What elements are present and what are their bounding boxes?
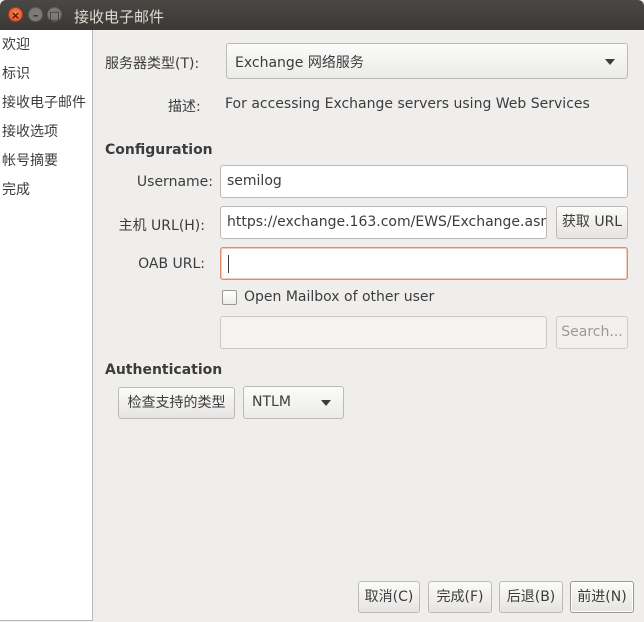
auth-method-combo[interactable]: NTLM xyxy=(243,386,344,419)
host-url-value: https://exchange.163.com/EWS/Exchange.as… xyxy=(227,214,547,230)
fetch-url-button[interactable]: 获取 URL xyxy=(556,206,628,239)
server-type-combo[interactable]: Exchange 网络服务 xyxy=(226,43,628,79)
back-button[interactable]: 后退(B) xyxy=(499,581,563,613)
authentication-heading: Authentication xyxy=(105,362,223,378)
sidebar-item-welcome[interactable]: 欢迎 xyxy=(2,34,30,54)
server-type-value: Exchange 网络服务 xyxy=(235,55,364,71)
check-supported-types-button[interactable]: 检查支持的类型 xyxy=(118,387,235,419)
finish-button[interactable]: 完成(F) xyxy=(428,581,492,613)
other-user-input[interactable] xyxy=(220,316,547,349)
sidebar-item-done[interactable]: 完成 xyxy=(2,179,30,199)
configuration-heading: Configuration xyxy=(105,142,213,158)
auth-method-value: NTLM xyxy=(252,394,291,410)
sidebar-item-receiving-options[interactable]: 接收选项 xyxy=(2,121,58,141)
text-cursor xyxy=(228,255,229,273)
assistant-sidebar: 欢迎 标识 接收电子邮件 接收选项 帐号摘要 完成 xyxy=(0,30,93,621)
username-value: semilog xyxy=(227,173,282,189)
forward-button[interactable]: 前进(N) xyxy=(570,581,634,613)
host-url-input[interactable]: https://exchange.163.com/EWS/Exchange.as… xyxy=(220,206,547,239)
host-url-label: 主机 URL(H): xyxy=(118,218,205,234)
window-titlebar: × – □ 接收电子邮件 xyxy=(0,0,644,30)
sidebar-item-receiving-email[interactable]: 接收电子邮件 xyxy=(2,92,86,112)
description-text: For accessing Exchange servers using Web… xyxy=(225,96,590,112)
username-input[interactable]: semilog xyxy=(220,165,628,198)
close-window-icon[interactable]: × xyxy=(8,7,23,22)
server-type-label: 服务器类型(T): xyxy=(105,56,200,72)
open-other-mailbox-label[interactable]: Open Mailbox of other user xyxy=(244,289,434,305)
sidebar-item-account-summary[interactable]: 帐号摘要 xyxy=(2,150,58,170)
window-title: 接收电子邮件 xyxy=(74,8,165,26)
chevron-down-icon xyxy=(605,59,615,65)
oab-url-input[interactable] xyxy=(220,247,628,280)
chevron-down-icon xyxy=(321,400,331,406)
maximize-window-icon[interactable]: □ xyxy=(47,7,62,22)
username-label: Username: xyxy=(136,174,213,190)
sidebar-item-identity[interactable]: 标识 xyxy=(2,63,30,83)
search-user-button[interactable]: Search... xyxy=(556,316,628,349)
cancel-button[interactable]: 取消(C) xyxy=(358,581,420,613)
minimize-window-icon[interactable]: – xyxy=(28,7,43,22)
open-other-mailbox-checkbox[interactable] xyxy=(222,290,237,305)
oab-url-label: OAB URL: xyxy=(138,256,205,272)
description-label: 描述: xyxy=(168,99,201,115)
